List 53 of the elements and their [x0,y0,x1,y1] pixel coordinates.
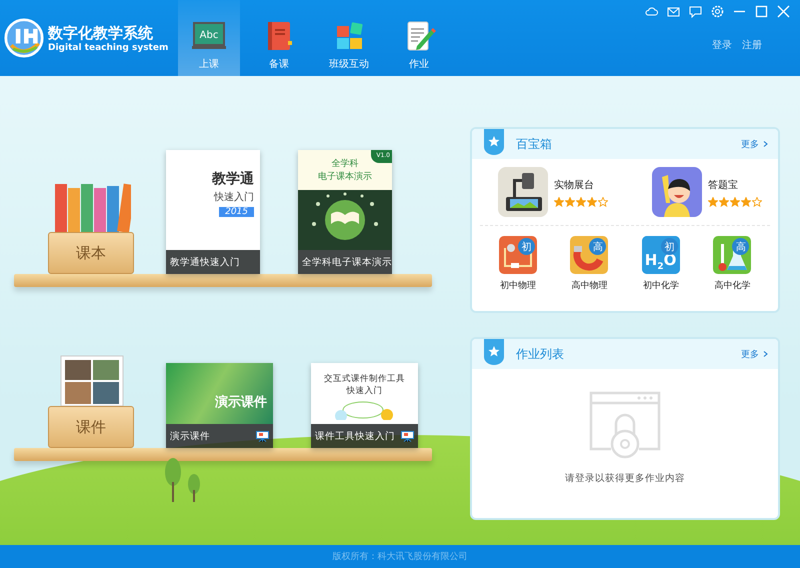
locked-window-icon [589,391,661,459]
subject-icon[interactable]: 初 [498,236,537,274]
panel-title: 百宝箱 [516,136,552,152]
speech-bubble-drawing [334,400,394,420]
maximize-icon[interactable] [755,5,768,18]
item-caption[interactable]: 课件工具快速入门 [311,424,418,448]
settings-icon[interactable] [711,5,724,18]
subject-name[interactable]: 初中化学 [642,279,679,292]
more-link[interactable]: 更多 [741,348,768,360]
panel-title: 作业列表 [516,346,564,362]
logo-icon [4,18,44,58]
presentation-icon [401,430,414,442]
nav-tab[interactable]: Abc 上课 [178,0,240,76]
more-link[interactable]: 更多 [741,138,768,150]
app-name[interactable]: 答题宝 [708,178,762,192]
cover-text: 教学通 [212,170,254,188]
chat-icon[interactable] [689,5,702,18]
subject-name[interactable]: 高中化学 [714,279,750,292]
account-link[interactable]: 注册 [742,38,762,52]
cover-text: 全学科 [332,158,358,170]
item-caption[interactable]: 演示课件 [166,424,273,448]
nav-tab[interactable]: 班级互动 [318,0,380,76]
cover-text: 快速入门 [346,385,382,397]
app-subtitle: Digital teaching system [48,42,168,52]
subject-icon[interactable]: H$_{2}$O 初 [642,236,680,274]
close-icon[interactable] [777,5,790,18]
item-caption[interactable]: 教学通快速入门 [166,250,260,274]
box-label: 课本 [76,244,106,262]
subject-icon[interactable]: 高 [570,236,608,274]
presentation-icon [256,430,269,442]
cover-text: 快速入门 [214,190,254,204]
subject-name[interactable]: 初中物理 [500,279,536,292]
chevron-icon [763,351,768,357]
cover-text: 电子课本演示 [318,170,372,183]
chevron-icon [763,141,768,147]
app-icon[interactable] [652,167,702,217]
cover-text: 演示课件 [215,394,267,411]
subject-icon[interactable]: 高 [713,236,752,274]
app-name[interactable]: 实物展台 [554,178,608,192]
cloud-icon[interactable] [645,5,658,18]
item-caption[interactable]: 全学科电子课本演示 [298,250,392,274]
nav-tab[interactable]: 备课 [248,0,310,76]
empty-message: 请登录以获得更多作业内容 [565,472,685,485]
account-link[interactable]: 登录 [712,38,732,52]
subject-name[interactable]: 高中物理 [571,279,608,292]
app-icon[interactable] [498,167,548,217]
mail-icon[interactable] [667,5,680,18]
cover-text: 交互式课件制作工具 [324,373,405,385]
app-title: 数字化教学系统 [48,24,154,42]
copyright-text: 版权所有：科大讯飞股份有限公司 [332,550,468,563]
cover-tag: 2015 [219,207,254,217]
nav-tab[interactable]: 作业 [388,0,450,76]
box-label: 课件 [76,418,106,436]
